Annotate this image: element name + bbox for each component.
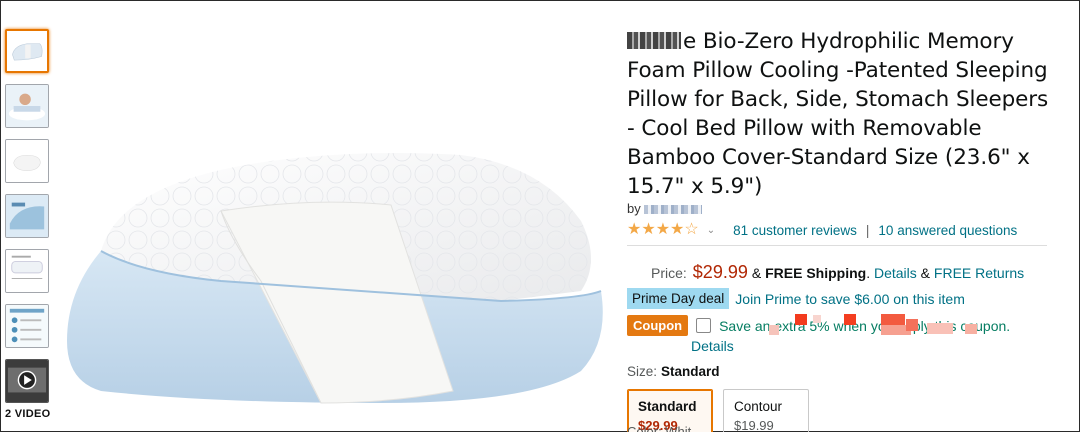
join-prime-link[interactable]: Join Prime to save $6.00 on this item bbox=[735, 291, 965, 307]
coupon-details-link[interactable]: Details bbox=[691, 338, 1057, 354]
shipping-details-link[interactable]: Details bbox=[874, 265, 917, 281]
product-page: 2 VIDEO e Bio-Zero Hydrophilic Memory Fo… bbox=[0, 0, 1080, 432]
price-label: Price: bbox=[651, 265, 687, 281]
answered-questions-link[interactable]: 10 answered questions bbox=[878, 223, 1017, 238]
video-count-label[interactable]: 2 VIDEO bbox=[5, 408, 51, 420]
thumbnail-pillow-detail[interactable] bbox=[5, 194, 49, 238]
price-value: $29.99 bbox=[692, 262, 748, 282]
size-selected-value: Standard bbox=[661, 364, 720, 379]
thumbnail-video[interactable] bbox=[5, 359, 49, 403]
chevron-down-icon[interactable]: ⌄ bbox=[707, 225, 715, 236]
thumbnail-infographic[interactable] bbox=[5, 304, 49, 348]
size-options: Standard $29.99 Contour $19.99 bbox=[627, 389, 1057, 432]
product-details: e Bio-Zero Hydrophilic Memory Foam Pillo… bbox=[627, 27, 1057, 432]
product-title: e Bio-Zero Hydrophilic Memory Foam Pillo… bbox=[627, 27, 1057, 201]
brand-name-redacted bbox=[627, 32, 681, 49]
color-label-partial: Color: Whit bbox=[627, 424, 692, 432]
deal-row: Prime Day deal Join Prime to save $6.00 … bbox=[627, 288, 1057, 309]
product-title-text: e Bio-Zero Hydrophilic Memory Foam Pillo… bbox=[627, 29, 1049, 199]
shipping-prefix: & bbox=[751, 265, 766, 281]
customer-reviews-link[interactable]: 81 customer reviews bbox=[733, 223, 857, 238]
coupon-row: Coupon Save an extra 5% when you apply t… bbox=[627, 315, 1057, 336]
size-option-contour[interactable]: Contour $19.99 bbox=[723, 389, 809, 432]
thumbnail-pillow-sizes[interactable] bbox=[5, 249, 49, 293]
size-row: Size: Standard bbox=[627, 364, 1057, 379]
thumbnail-person-sleeping[interactable] bbox=[5, 84, 49, 128]
size-option-price: $19.99 bbox=[734, 418, 774, 432]
price-row: Price: $29.99 & FREE Shipping. Details &… bbox=[627, 262, 1057, 283]
rating-row: ★★★★☆ ⌄ 81 customer reviews | 10 answere… bbox=[627, 219, 1057, 241]
thumbnail-pillow-white[interactable] bbox=[5, 139, 49, 183]
free-shipping-text: FREE Shipping bbox=[765, 265, 867, 281]
size-label: Size: bbox=[627, 364, 658, 379]
thumbnail-pillow-main[interactable] bbox=[5, 29, 49, 73]
shipping-info: & FREE Shipping. Details & FREE Returns bbox=[752, 265, 1024, 281]
divider bbox=[627, 245, 1047, 246]
coupon-checkbox[interactable] bbox=[696, 318, 712, 333]
ampersand: & bbox=[916, 265, 934, 281]
separator: | bbox=[865, 222, 870, 238]
star-rating[interactable]: ★★★★☆ bbox=[627, 222, 699, 238]
size-option-name: Contour bbox=[734, 399, 783, 414]
byline: by bbox=[627, 201, 1057, 217]
prime-day-deal-badge: Prime Day deal bbox=[627, 288, 730, 309]
brand-link-redacted[interactable] bbox=[644, 205, 703, 215]
size-option-name: Standard bbox=[638, 399, 697, 414]
coupon-badge: Coupon bbox=[627, 315, 689, 336]
free-returns-link[interactable]: FREE Returns bbox=[934, 265, 1024, 281]
shipping-mid: . bbox=[866, 265, 874, 281]
thumbnail-strip bbox=[5, 29, 51, 414]
by-prefix: by bbox=[627, 201, 641, 216]
main-product-image[interactable] bbox=[61, 141, 621, 431]
